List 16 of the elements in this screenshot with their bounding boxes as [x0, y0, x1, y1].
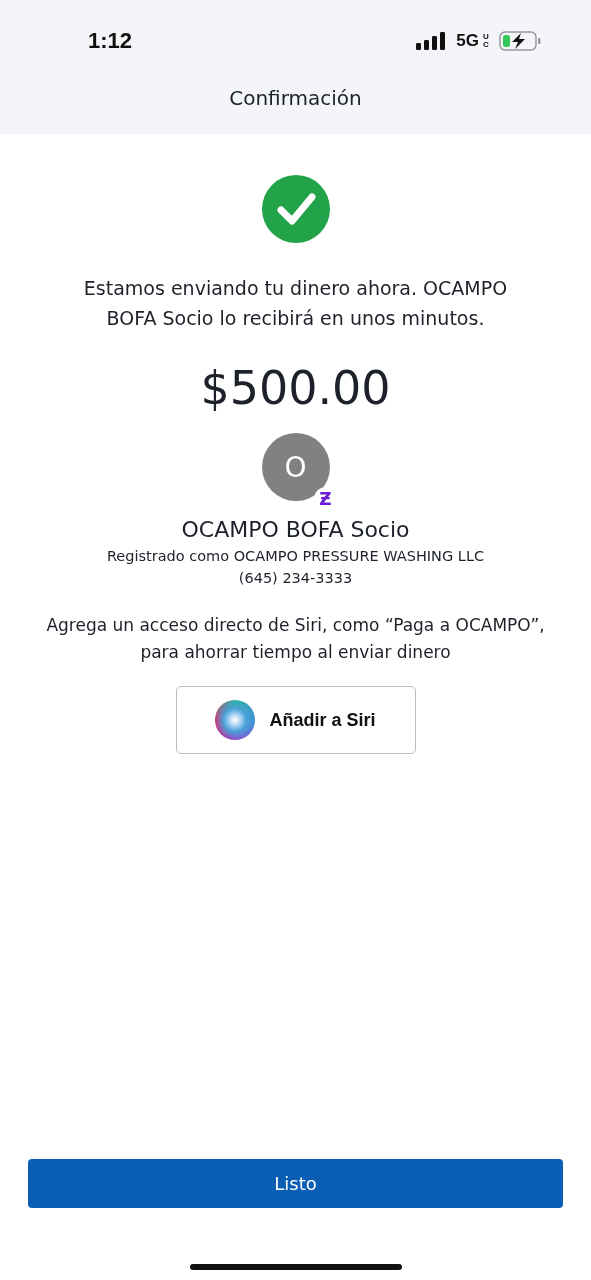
siri-hint: Agrega un acceso directo de Siri, como “Paga a OCAMPO”, para ahorrar tiempo al enviar dinero	[45, 614, 546, 664]
amount: $500.00	[200, 361, 391, 415]
siri-orb-icon	[215, 700, 256, 740]
add-to-siri-button[interactable]: Añadir a Siri	[175, 686, 416, 754]
status-time: 1:12	[88, 28, 133, 54]
network-suffix: UC	[483, 33, 490, 49]
recipient-phone: (645) 234-3333	[238, 570, 353, 586]
signal-icon	[416, 32, 447, 50]
done-button[interactable]: Listo	[28, 1159, 563, 1208]
success-check-icon	[261, 175, 330, 243]
recipient-name: OCAMPO BOFA Socio	[181, 517, 410, 542]
battery-charging-icon	[499, 31, 541, 51]
screen-title: Confirmación	[229, 86, 362, 110]
registered-name: Registrado como OCAMPO PRESSURE WASHING LLC	[106, 548, 485, 564]
confirmation-message: Estamos enviando tu dinero ahora. OCAMPO BOFA Socio lo recibirá en unos minutos.	[82, 276, 509, 331]
network-label: 5G	[456, 31, 479, 51]
